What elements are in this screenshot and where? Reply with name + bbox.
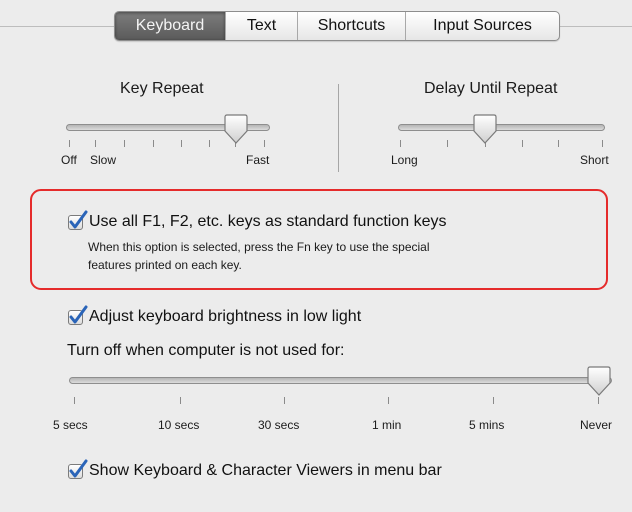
top-separator-left	[0, 26, 114, 27]
delay-track[interactable]	[398, 124, 605, 131]
brightness-option[interactable]: Adjust keyboard brightness in low light	[68, 305, 362, 326]
delay-tick	[558, 140, 559, 147]
tab-bar: Keyboard Text Shortcuts Input Sources	[114, 11, 560, 41]
function-keys-option[interactable]: Use all F1, F2, etc. keys as standard fu…	[68, 210, 447, 231]
delay-label-short: Short	[580, 153, 609, 167]
key-repeat-tick	[124, 140, 125, 147]
key-repeat-label-slow: Slow	[90, 153, 117, 167]
function-keys-label: Use all F1, F2, etc. keys as standard fu…	[89, 213, 447, 230]
delay-tick	[522, 140, 523, 147]
key-repeat-thumb[interactable]	[223, 114, 249, 145]
top-separator-right	[560, 26, 632, 27]
delay-tick	[400, 140, 401, 147]
tab-keyboard[interactable]: Keyboard	[115, 12, 225, 40]
delay-tick	[602, 140, 603, 147]
delay-label-long: Long	[391, 153, 418, 167]
check-icon	[69, 459, 88, 477]
turn-off-tick	[284, 397, 285, 404]
turn-off-tick	[388, 397, 389, 404]
check-icon	[69, 210, 88, 228]
key-repeat-tick	[153, 140, 154, 147]
turn-off-label-1-min: 1 min	[372, 418, 402, 432]
turn-off-track[interactable]	[69, 377, 612, 384]
key-repeat-tick	[69, 140, 70, 147]
turn-off-label-5-mins: 5 mins	[469, 418, 505, 432]
delay-until-repeat-title: Delay Until Repeat	[424, 80, 558, 97]
key-repeat-title: Key Repeat	[120, 80, 204, 97]
key-repeat-label-off: Off	[61, 153, 77, 167]
turn-off-thumb[interactable]	[586, 366, 612, 397]
turn-off-label-5-secs: 5 secs	[53, 418, 88, 432]
function-keys-checkbox[interactable]	[68, 210, 88, 230]
brightness-checkbox[interactable]	[68, 305, 88, 325]
key-repeat-tick	[264, 140, 265, 147]
tab-text[interactable]: Text	[225, 12, 297, 40]
viewers-checkbox[interactable]	[68, 459, 88, 479]
key-repeat-tick	[209, 140, 210, 147]
key-repeat-label-fast: Fast	[246, 153, 270, 167]
turn-off-tick	[598, 397, 599, 404]
delay-tick	[447, 140, 448, 147]
function-keys-description: When this option is selected, press the …	[88, 238, 588, 274]
turn-off-tick	[180, 397, 181, 404]
key-repeat-tick	[95, 140, 96, 147]
brightness-label: Adjust keyboard brightness in low light	[89, 308, 362, 325]
turn-off-label-10-secs: 10 secs	[158, 418, 200, 432]
viewers-label: Show Keyboard & Character Viewers in men…	[89, 462, 442, 479]
turn-off-tick	[493, 397, 494, 404]
key-repeat-tick	[181, 140, 182, 147]
turn-off-tick	[74, 397, 75, 404]
tab-shortcuts[interactable]: Shortcuts	[297, 12, 405, 40]
check-icon	[69, 305, 88, 323]
turn-off-label-never: Never	[580, 418, 613, 432]
function-keys-description-line: features printed on each key.	[88, 258, 242, 272]
tab-input-sources[interactable]: Input Sources	[405, 12, 559, 40]
delay-thumb[interactable]	[472, 114, 498, 145]
turn-off-label-30-secs: 30 secs	[258, 418, 300, 432]
function-keys-description-line: When this option is selected, press the …	[88, 240, 430, 254]
column-divider	[338, 84, 339, 172]
viewers-option[interactable]: Show Keyboard & Character Viewers in men…	[68, 459, 442, 480]
turn-off-label: Turn off when computer is not used for:	[67, 342, 345, 359]
